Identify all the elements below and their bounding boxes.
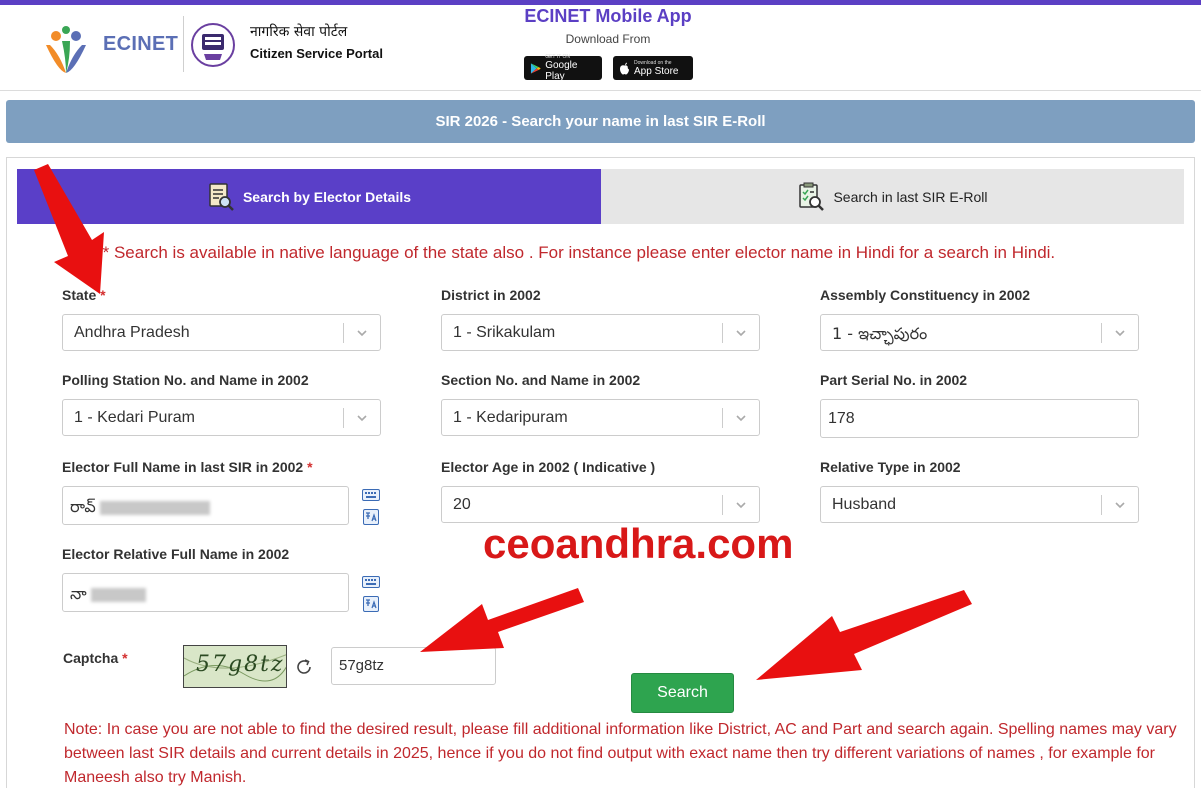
app-store-text: App Store [634, 65, 679, 77]
elector-age-value: 20 [453, 496, 471, 513]
page-title: SIR 2026 - Search your name in last SIR … [435, 113, 766, 130]
download-from-label: Download From [565, 32, 651, 46]
chevron-down-icon [1115, 502, 1125, 509]
watermark-text: ceoandhra.com [483, 520, 794, 567]
chevron-down-icon [736, 330, 746, 337]
relative-type-value: Husband [832, 496, 897, 513]
select-separator [343, 408, 344, 428]
assembly-select[interactable]: 1 - ఇచ్ఛాపురం [820, 314, 1139, 351]
portal-title-english: Citizen Service Portal [250, 46, 383, 61]
keyboard-icon[interactable] [362, 576, 380, 588]
native-language-hint: ** Search is available in native languag… [96, 243, 1056, 262]
page-title-banner: SIR 2026 - Search your name in last SIR … [6, 100, 1195, 143]
app-store-button[interactable]: Download on the App Store [613, 56, 693, 80]
relative-type-label: Relative Type in 2002 [820, 459, 961, 475]
relative-name-label: Elector Relative Full Name in 2002 [62, 546, 290, 562]
part-serial-value: 178 [828, 410, 855, 427]
district-select[interactable]: 1 - Srikakulam [441, 314, 760, 351]
relative-type-select[interactable]: Husband [820, 486, 1139, 523]
elector-age-label: Elector Age in 2002 ( Indicative ) [441, 459, 656, 475]
captcha-label: Captcha * [63, 650, 128, 666]
select-separator [343, 323, 344, 343]
tab-label: Search in last SIR E-Roll [833, 188, 988, 205]
state-select[interactable]: Andhra Pradesh [62, 314, 381, 351]
mobile-app-title: ECINET Mobile App [524, 6, 692, 26]
polling-station-select[interactable]: 1 - Kedari Puram [62, 399, 381, 436]
tab-search-in-last-sir-eroll[interactable]: Search in last SIR E-Roll [601, 169, 1184, 224]
refresh-icon[interactable] [294, 657, 314, 677]
google-play-button[interactable]: GET IT ON Google Play [524, 54, 602, 82]
app-store-small-text: Download on the [634, 59, 672, 66]
required-mark: * [307, 459, 313, 475]
redacted-text [99, 500, 210, 515]
assembly-label: Assembly Constituency in 2002 [820, 287, 1031, 303]
section-label: Section No. and Name in 2002 [441, 372, 641, 388]
select-separator [722, 408, 723, 428]
google-play-text: Google Play [545, 60, 578, 82]
polling-station-value: 1 - Kedari Puram [74, 409, 195, 426]
keyboard-icon[interactable] [362, 489, 380, 501]
chevron-down-icon [357, 330, 367, 337]
elector-age-select[interactable]: 20 [441, 486, 760, 523]
eci-seal-icon [191, 23, 235, 67]
transliterate-icon[interactable] [363, 509, 379, 525]
captcha-image-text: 57g8tz [196, 652, 285, 677]
redacted-text [90, 587, 146, 602]
section-value: 1 - Kedaripuram [453, 409, 568, 426]
transliterate-icon[interactable] [363, 596, 379, 612]
search-button[interactable]: Search [631, 673, 734, 713]
chevron-down-icon [1115, 330, 1125, 337]
elector-name-label-text: Elector Full Name in last SIR in 2002 [62, 459, 304, 475]
part-serial-label: Part Serial No. in 2002 [820, 372, 968, 388]
elector-name-input[interactable]: రావ్ [62, 486, 349, 525]
captcha-image: 57g8tz [183, 645, 287, 688]
elector-name-label: Elector Full Name in last SIR in 2002 * [62, 459, 313, 475]
select-separator [1101, 495, 1102, 515]
captcha-value: 57g8tz [339, 657, 385, 674]
assembly-value: 1 - ఇచ్ఛాపురం [832, 324, 928, 343]
chevron-down-icon [736, 502, 746, 509]
tab-label: Search by Elector Details [242, 188, 412, 205]
elector-name-value: రావ్ [70, 497, 210, 520]
portal-title-hindi: नागरिक सेवा पोर्टल [250, 24, 348, 40]
part-serial-input[interactable]: 178 [820, 399, 1139, 438]
select-separator [1101, 323, 1102, 343]
required-mark: * [122, 650, 128, 666]
mobile-app-block: ECINET Mobile App Download From [510, 6, 706, 46]
apple-icon [620, 62, 629, 74]
annotation-arrow-state [34, 164, 104, 294]
search-note: Note: In case you are not able to find t… [64, 721, 1177, 786]
annotation-arrow-captcha [420, 588, 584, 652]
checklist-search-icon [799, 182, 825, 211]
relative-name-value: నా [70, 584, 146, 607]
state-value: Andhra Pradesh [74, 324, 190, 341]
polling-station-label: Polling Station No. and Name in 2002 [62, 372, 309, 388]
select-separator [722, 495, 723, 515]
elector-name-text: రావ్ [70, 497, 96, 516]
relative-name-text: నా [70, 584, 87, 603]
ecinet-logo-icon [46, 26, 86, 73]
captcha-label-text: Captcha [63, 650, 119, 666]
google-play-icon [530, 62, 541, 74]
chevron-down-icon [357, 415, 367, 422]
chevron-down-icon [736, 415, 746, 422]
annotation-arrow-search [756, 590, 972, 680]
district-label: District in 2002 [441, 287, 541, 303]
select-separator [722, 323, 723, 343]
relative-name-input[interactable]: నా [62, 573, 349, 612]
form-search-icon [209, 182, 234, 211]
brand-name: ECINET [103, 33, 179, 55]
section-select[interactable]: 1 - Kedaripuram [441, 399, 760, 436]
district-value: 1 - Srikakulam [453, 324, 556, 341]
header-divider [183, 16, 184, 72]
